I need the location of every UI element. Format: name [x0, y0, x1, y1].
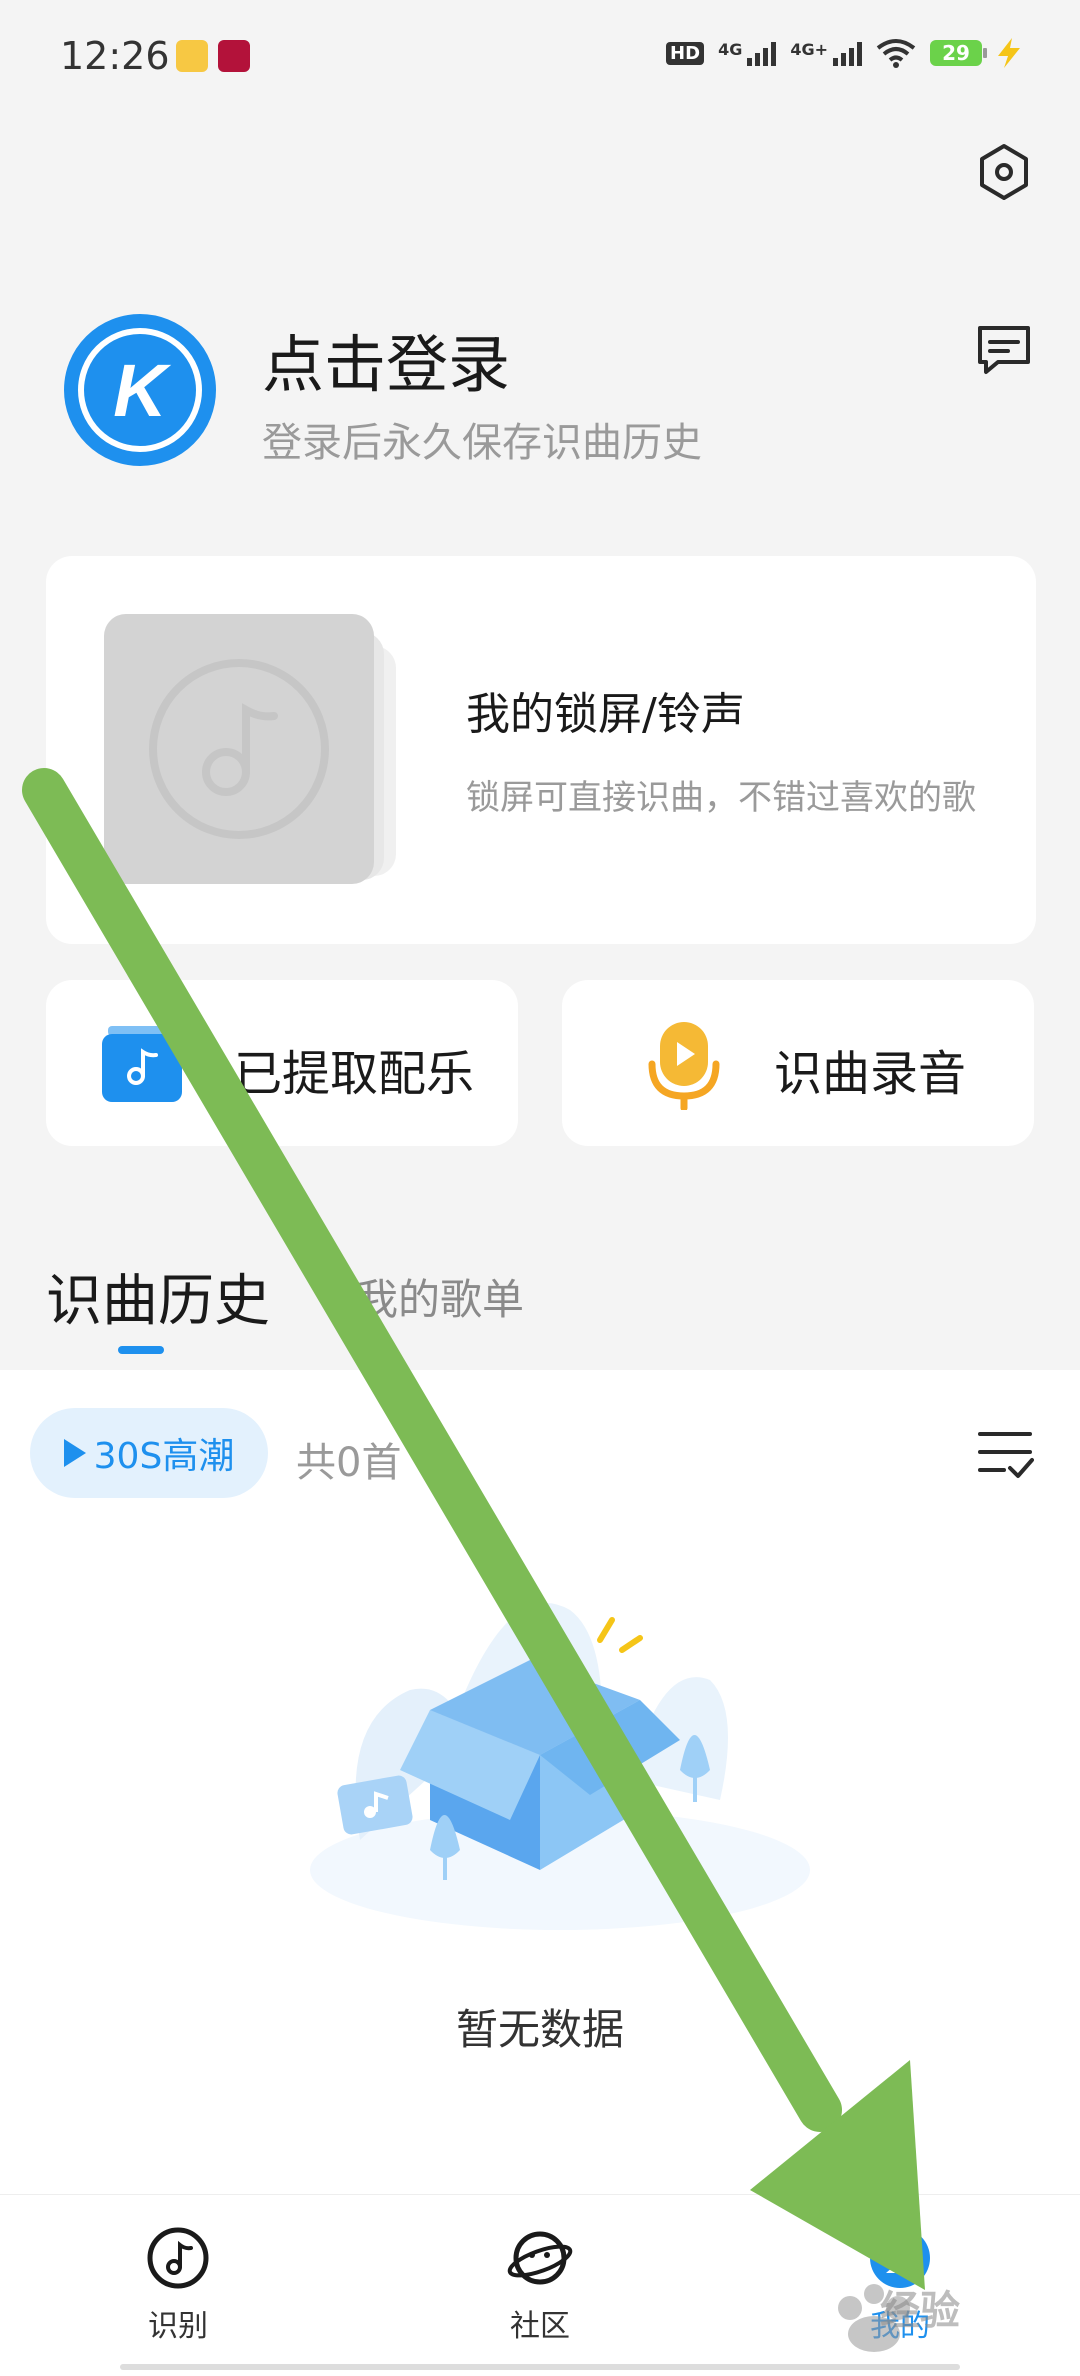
- history-panel: 30S高潮 共0首 暂无数据: [0, 1370, 1080, 2194]
- ringtone-title: 我的锁屏/铃声: [466, 689, 745, 740]
- network-1-label: 4G: [718, 40, 743, 59]
- login-title[interactable]: 点击登录: [262, 314, 510, 404]
- weibo-notification-icon: [176, 40, 208, 72]
- nav-community-label: 社区: [510, 2309, 570, 2344]
- tab-history[interactable]: 识曲历史: [46, 1256, 270, 1337]
- nav-recognize[interactable]: 识别: [98, 2225, 258, 2345]
- battery-indicator: 29: [930, 40, 987, 66]
- settings-icon[interactable]: [972, 140, 1036, 204]
- music-note-icon: [149, 659, 329, 839]
- ringtone-cover: [104, 614, 374, 884]
- planet-icon: [507, 2231, 573, 2285]
- extracted-music-label: 已提取配乐: [234, 1046, 475, 1102]
- hd-badge: HD: [666, 41, 705, 65]
- multi-select-icon[interactable]: [976, 1426, 1034, 1482]
- login-subtitle: 登录后永久保存识曲历史: [262, 420, 702, 466]
- extracted-music-button[interactable]: 已提取配乐: [46, 980, 518, 1146]
- avatar[interactable]: K: [64, 314, 216, 466]
- highlight-chip-label: 30S高潮: [93, 1436, 235, 1477]
- tab-active-indicator: [118, 1346, 164, 1354]
- status-indicators: HD 4G 4G+ 29: [666, 38, 1022, 68]
- ringtone-card[interactable]: 我的锁屏/铃声 锁屏可直接识曲，不错过喜欢的歌: [46, 556, 1036, 944]
- nav-community[interactable]: 社区: [460, 2225, 620, 2345]
- empty-state-text: 暂无数据: [455, 2005, 624, 2054]
- network-2-label: 4G+: [790, 40, 828, 59]
- recognize-music-icon: [147, 2227, 209, 2289]
- empty-box-illustration: [310, 1603, 810, 1930]
- status-bar: 12:26 HD 4G 4G+ 29: [0, 0, 1080, 110]
- screen: 12:26 HD 4G 4G+ 29 K 点击登录 登录后永久保存识曲历史 我的…: [0, 0, 1080, 2376]
- status-time: 12:26: [60, 34, 170, 78]
- charging-icon: [998, 38, 1020, 68]
- song-count: 共0首: [296, 1440, 402, 1486]
- app-notification-icon: [218, 40, 250, 72]
- tab-playlist[interactable]: 我的歌单: [356, 1266, 524, 1327]
- microphone-icon: [648, 1022, 720, 1110]
- avatar-logo: K: [78, 328, 202, 452]
- recording-button[interactable]: 识曲录音: [562, 980, 1034, 1146]
- highlight-play-chip[interactable]: 30S高潮: [30, 1408, 268, 1498]
- wifi-icon: [876, 39, 916, 68]
- home-indicator: [120, 2364, 960, 2370]
- play-icon: [63, 1439, 86, 1467]
- music-folder-icon: [102, 1026, 182, 1102]
- signal-1-icon: 4G: [718, 40, 777, 66]
- recording-label: 识曲录音: [774, 1046, 967, 1102]
- message-icon[interactable]: [972, 318, 1036, 382]
- nav-recognize-label: 识别: [148, 2309, 208, 2344]
- ringtone-subtitle: 锁屏可直接识曲，不错过喜欢的歌: [466, 778, 976, 818]
- watermark-text: 经验: [880, 2288, 960, 2334]
- signal-2-icon: 4G+: [790, 40, 862, 66]
